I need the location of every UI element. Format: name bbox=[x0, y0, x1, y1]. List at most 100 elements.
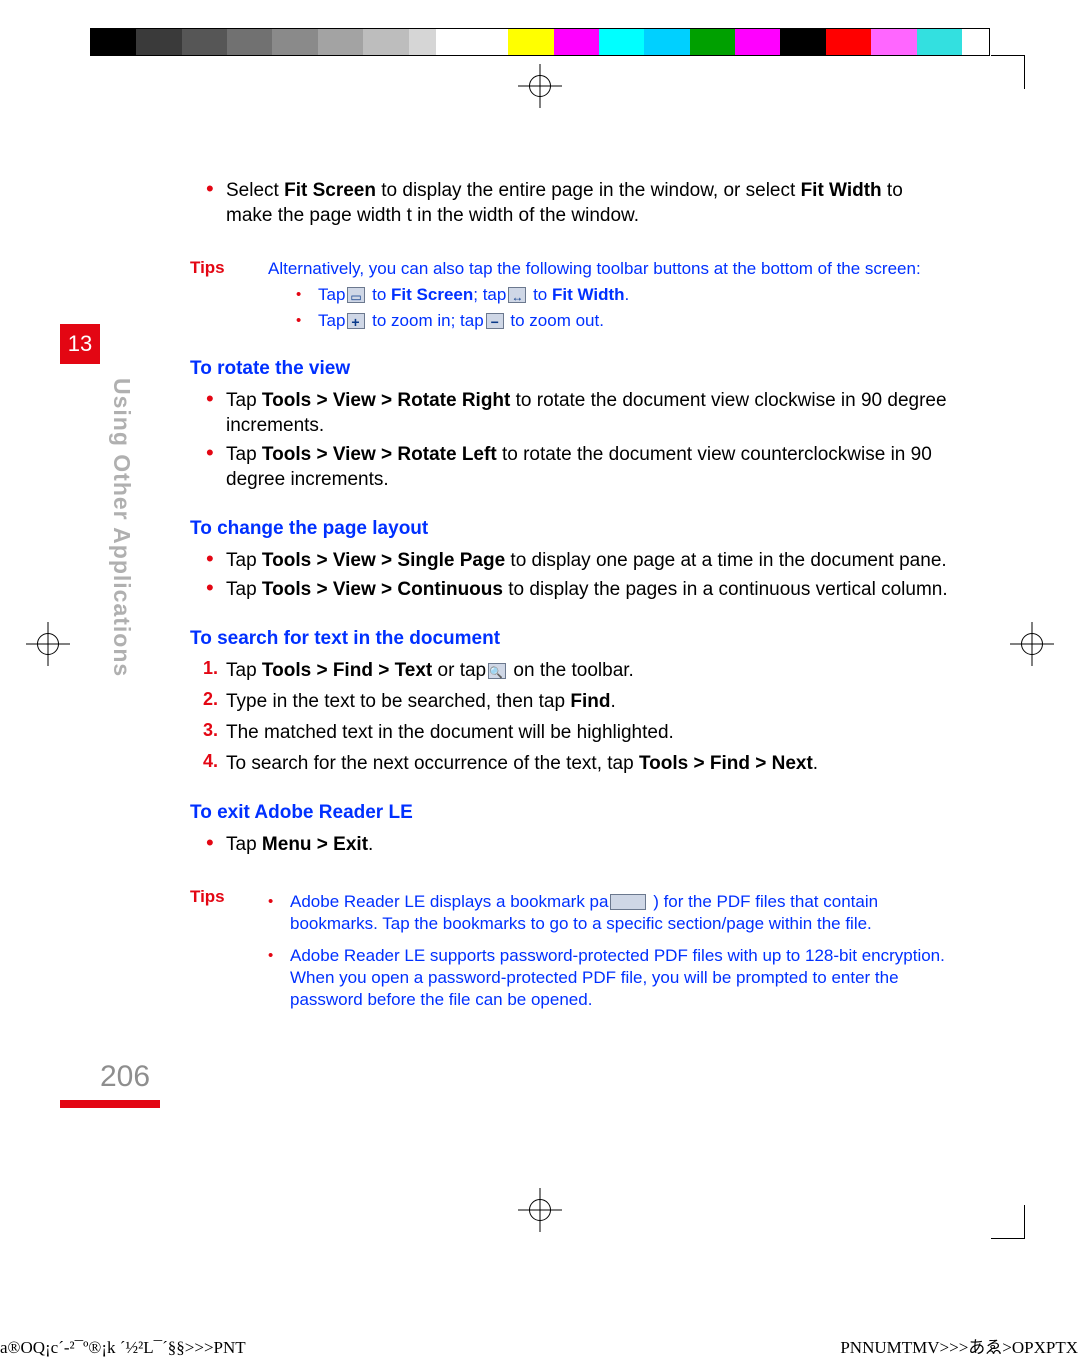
registration-mark bbox=[518, 64, 562, 108]
t: . bbox=[610, 691, 615, 712]
step-number: 3. bbox=[190, 720, 226, 745]
text: Tap Menu > Exit. bbox=[226, 832, 948, 857]
section-heading-exit: To exit Adobe Reader LE bbox=[190, 802, 948, 824]
t: Adobe Reader LE displays a bookmark pa bbox=[290, 892, 608, 911]
t: Tap bbox=[226, 579, 262, 600]
tips-subrow: • Adobe Reader LE supports password-prot… bbox=[268, 945, 948, 1011]
t: to zoom out. bbox=[506, 311, 604, 330]
bullet-dot: • bbox=[190, 577, 226, 602]
text: The matched text in the document will be… bbox=[226, 720, 948, 745]
numbered-step: 3. The matched text in the document will… bbox=[190, 720, 948, 745]
tips-subrow: • Adobe Reader LE displays a bookmark pa… bbox=[268, 891, 948, 935]
t: ; tap bbox=[473, 285, 506, 304]
bullet-dot: • bbox=[296, 284, 318, 306]
chapter-title-vertical: Using Other Applications bbox=[108, 378, 135, 677]
text: Tap Tools > View > Continuous to display… bbox=[226, 577, 948, 602]
t: on the toolbar. bbox=[508, 660, 634, 681]
t: Tap bbox=[226, 834, 262, 855]
bullet-dot: • bbox=[190, 388, 226, 438]
numbered-step: 1. Tap Tools > Find > Text or tap on the… bbox=[190, 658, 948, 683]
zoom-in-icon bbox=[347, 313, 365, 329]
text: Tap Tools > View > Single Page to displa… bbox=[226, 548, 948, 573]
bullet-dot: • bbox=[268, 891, 290, 935]
tips-body: Alternatively, you can also tap the foll… bbox=[268, 258, 948, 332]
registration-mark bbox=[1010, 622, 1054, 666]
text: Adobe Reader LE displays a bookmark pa )… bbox=[290, 891, 948, 935]
list-item: • Tap Tools > View > Rotate Left to rota… bbox=[190, 442, 948, 492]
bold-text: Fit Width bbox=[801, 180, 882, 201]
bold-text: Fit Screen bbox=[391, 285, 473, 304]
crop-mark bbox=[991, 55, 1025, 89]
numbered-step: 4. To search for the next occurrence of … bbox=[190, 751, 948, 776]
t: To search for the next occurrence of the… bbox=[226, 753, 639, 774]
t: or tap bbox=[432, 660, 486, 681]
text: Tap Tools > View > Rotate Left to rotate… bbox=[226, 442, 948, 492]
t: . bbox=[625, 285, 630, 304]
bold-text: Tools > View > Single Page bbox=[262, 550, 505, 571]
bold-text: Find bbox=[570, 691, 610, 712]
list-item: • Tap Tools > View > Continuous to displ… bbox=[190, 577, 948, 602]
bold-text: Tools > Find > Next bbox=[639, 753, 813, 774]
t: Tap bbox=[318, 311, 345, 330]
tips-label: Tips bbox=[190, 258, 268, 332]
numbered-step: 2. Type in the text to be searched, then… bbox=[190, 689, 948, 714]
bold-text: Tools > Find > Text bbox=[262, 660, 432, 681]
color-calibration-bar bbox=[90, 28, 990, 56]
intro-bullet: • Select Fit Screen to display the entir… bbox=[190, 178, 948, 228]
fit-screen-icon bbox=[347, 287, 365, 303]
registration-mark bbox=[26, 622, 70, 666]
section-heading-search: To search for text in the document bbox=[190, 628, 948, 650]
step-number: 1. bbox=[190, 658, 226, 683]
text: Tap to Fit Screen; tap to Fit Width. bbox=[318, 284, 948, 306]
t: to bbox=[528, 285, 552, 304]
fit-width-icon bbox=[508, 287, 526, 303]
tips-block: Tips • Adobe Reader LE displays a bookma… bbox=[190, 887, 948, 1011]
t: . bbox=[368, 834, 373, 855]
page-number: 206 bbox=[100, 1060, 150, 1094]
bold-text: Tools > View > Rotate Left bbox=[262, 444, 497, 465]
text: Select bbox=[226, 180, 284, 201]
zoom-out-icon bbox=[486, 313, 504, 329]
t: to display the pages in a continuous ver… bbox=[503, 579, 948, 600]
intro-text: Select Fit Screen to display the entire … bbox=[226, 178, 948, 228]
t: Tap bbox=[226, 550, 262, 571]
bullet-dot: • bbox=[190, 442, 226, 492]
bold-text: Tools > View > Continuous bbox=[262, 579, 503, 600]
t: Tap bbox=[318, 285, 345, 304]
tips-block: Tips Alternatively, you can also tap the… bbox=[190, 258, 948, 332]
bullet-dot: • bbox=[296, 310, 318, 332]
text: Tap Tools > Find > Text or tap on the to… bbox=[226, 658, 948, 683]
t: to bbox=[367, 285, 391, 304]
text: Adobe Reader LE supports password-protec… bbox=[290, 945, 948, 1011]
t: to zoom in; tap bbox=[367, 311, 483, 330]
list-item: • Tap Tools > View > Rotate Right to rot… bbox=[190, 388, 948, 438]
t: Type in the text to be searched, then ta… bbox=[226, 691, 570, 712]
text: To search for the next occurrence of the… bbox=[226, 751, 948, 776]
bookmark-pane-icon bbox=[610, 894, 646, 910]
bold-text: Fit Screen bbox=[284, 180, 376, 201]
text: to display the entire page in the window… bbox=[376, 180, 801, 201]
bullet-dot: • bbox=[190, 548, 226, 573]
step-number: 2. bbox=[190, 689, 226, 714]
tips-subrow: • Tap to Fit Screen; tap to Fit Width. bbox=[296, 284, 948, 306]
text: Tap Tools > View > Rotate Right to rotat… bbox=[226, 388, 948, 438]
bullet-dot: • bbox=[190, 178, 226, 228]
registration-mark bbox=[518, 1188, 562, 1232]
page-content: • Select Fit Screen to display the entir… bbox=[190, 178, 948, 1011]
section-heading-layout: To change the page layout bbox=[190, 518, 948, 540]
t: Tap bbox=[226, 390, 262, 411]
text: Tap to zoom in; tap to zoom out. bbox=[318, 310, 948, 332]
crop-mark bbox=[991, 1205, 1025, 1239]
tips-label: Tips bbox=[190, 887, 268, 1011]
bold-text: Menu > Exit bbox=[262, 834, 368, 855]
list-item: • Tap Menu > Exit. bbox=[190, 832, 948, 857]
t: to display one page at a time in the doc… bbox=[505, 550, 947, 571]
footer-right-code: PNNUMTMV>>>あゑ>OPXPTX bbox=[840, 1333, 1078, 1358]
section-heading-rotate: To rotate the view bbox=[190, 358, 948, 380]
tips-lead: Alternatively, you can also tap the foll… bbox=[268, 258, 948, 280]
tips-subrow: • Tap to zoom in; tap to zoom out. bbox=[296, 310, 948, 332]
find-icon bbox=[488, 663, 506, 679]
bullet-dot: • bbox=[268, 945, 290, 1011]
footer-left-code: a®OQ¡c´-²¯º®¡k ´½²L¯´§§>>>PNT bbox=[0, 1338, 246, 1358]
bullet-dot: • bbox=[190, 832, 226, 857]
